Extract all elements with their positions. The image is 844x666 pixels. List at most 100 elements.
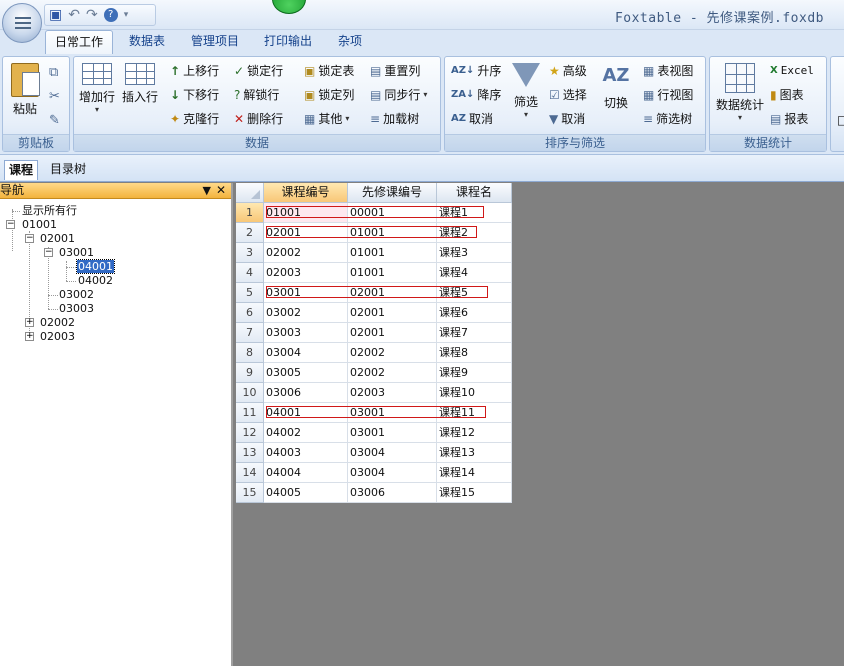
cell-course-name[interactable]: 课程6	[437, 303, 512, 323]
switch-button[interactable]: AZ 切换	[599, 61, 633, 111]
column-header-prereq-id[interactable]: 先修课编号	[348, 183, 437, 203]
cell-course-name[interactable]: 课程8	[437, 343, 512, 363]
select-all-corner[interactable]	[236, 183, 264, 203]
cancel-sort-button[interactable]: AZ 取消	[451, 109, 493, 129]
doc-tab-directory-tree[interactable]: 目录树	[46, 160, 90, 180]
tab-daily-work[interactable]: 日常工作	[45, 30, 113, 54]
cell-prereq-id[interactable]: 01001	[348, 223, 437, 243]
redo-icon[interactable]: ↷	[86, 8, 98, 22]
cell-prereq-id[interactable]: 02002	[348, 343, 437, 363]
unlock-row-button[interactable]: ? 解锁行	[234, 85, 279, 105]
table-row[interactable]: 15 04005 03006 课程15	[236, 483, 512, 503]
cell-course-name[interactable]: 课程13	[437, 443, 512, 463]
row-number[interactable]: 1	[236, 203, 264, 223]
sort-desc-button[interactable]: ZA↓ 降序	[451, 85, 501, 105]
collapse-icon[interactable]: −	[6, 220, 15, 229]
lock-col-button[interactable]: ▣ 锁定列	[304, 85, 354, 105]
cell-prereq-id[interactable]: 02001	[348, 283, 437, 303]
table-view-button[interactable]: ▦ 表视图	[643, 61, 693, 81]
row-number[interactable]: 12	[236, 423, 264, 443]
cell-prereq-id[interactable]: 01001	[348, 263, 437, 283]
row-number[interactable]: 4	[236, 263, 264, 283]
cell-course-id[interactable]: 02003	[264, 263, 348, 283]
expand-icon[interactable]: +	[25, 332, 34, 341]
move-up-button[interactable]: ↑ 上移行	[170, 61, 219, 81]
chart-button[interactable]: ▮ 图表	[770, 85, 804, 105]
row-number[interactable]: 3	[236, 243, 264, 263]
table-row[interactable]: 1 01001 00001 课程1	[236, 203, 512, 223]
row-number[interactable]: 2	[236, 223, 264, 243]
table-row[interactable]: 5 03001 02001 课程5	[236, 283, 512, 303]
lock-row-button[interactable]: ✓ 锁定行	[234, 61, 283, 81]
table-row[interactable]: 7 03003 02001 课程7	[236, 323, 512, 343]
table-row[interactable]: 13 04003 03004 课程13	[236, 443, 512, 463]
format-painter-icon[interactable]: ✎	[49, 113, 60, 128]
tree-item-03003[interactable]: 03003	[59, 302, 94, 315]
row-number[interactable]: 15	[236, 483, 264, 503]
copy-icon[interactable]: ⧉	[49, 65, 58, 80]
load-tree-button[interactable]: ≡ 加载树	[370, 109, 419, 129]
row-view-button[interactable]: ▦ 行视图	[643, 85, 693, 105]
cut-icon[interactable]: ✂	[49, 89, 60, 104]
table-row[interactable]: 2 02001 01001 课程2	[236, 223, 512, 243]
merge-icon[interactable]: □	[837, 113, 844, 127]
cell-prereq-id[interactable]: 02001	[348, 323, 437, 343]
collapse-icon[interactable]: −	[25, 234, 34, 243]
reset-col-button[interactable]: ▤ 重置列	[370, 61, 420, 81]
cell-course-id[interactable]: 03005	[264, 363, 348, 383]
other-button[interactable]: ▦ 其他 ▾	[304, 109, 349, 129]
column-header-course-name[interactable]: 课程名	[437, 183, 512, 203]
cell-prereq-id[interactable]: 03006	[348, 483, 437, 503]
cell-course-name[interactable]: 课程9	[437, 363, 512, 383]
cell-course-name[interactable]: 课程14	[437, 463, 512, 483]
cell-course-id[interactable]: 03001	[264, 283, 348, 303]
cancel-filter-button[interactable]: ▼ 取消	[549, 109, 585, 129]
delete-row-button[interactable]: ✕ 删除行	[234, 109, 283, 129]
table-row[interactable]: 6 03002 02001 课程6	[236, 303, 512, 323]
tree-item-02003[interactable]: 02003	[40, 330, 75, 343]
cell-course-name[interactable]: 课程15	[437, 483, 512, 503]
cell-course-id[interactable]: 03004	[264, 343, 348, 363]
cell-prereq-id[interactable]: 02001	[348, 303, 437, 323]
row-number[interactable]: 5	[236, 283, 264, 303]
cell-course-id[interactable]: 04005	[264, 483, 348, 503]
row-number[interactable]: 8	[236, 343, 264, 363]
cell-course-id[interactable]: 04004	[264, 463, 348, 483]
cell-course-id[interactable]: 02002	[264, 243, 348, 263]
undo-icon[interactable]: ↶	[68, 8, 80, 22]
tree-item-01001[interactable]: 01001	[22, 218, 57, 231]
help-icon[interactable]: ?	[103, 8, 118, 22]
paste-button[interactable]: 粘贴	[7, 63, 43, 117]
cell-course-name[interactable]: 课程2	[437, 223, 512, 243]
cell-course-id[interactable]: 03002	[264, 303, 348, 323]
cell-prereq-id[interactable]: 03004	[348, 463, 437, 483]
advanced-filter-button[interactable]: ★ 高级	[549, 61, 587, 81]
tab-data-table[interactable]: 数据表	[120, 30, 174, 54]
column-header-course-id[interactable]: 课程编号	[264, 183, 348, 203]
row-number[interactable]: 10	[236, 383, 264, 403]
table-row[interactable]: 11 04001 03001 课程11	[236, 403, 512, 423]
cell-prereq-id[interactable]: 02002	[348, 363, 437, 383]
row-number[interactable]: 6	[236, 303, 264, 323]
cell-prereq-id[interactable]: 02003	[348, 383, 437, 403]
cell-course-id[interactable]: 04001	[264, 403, 348, 423]
sort-asc-button[interactable]: AZ↓ 升序	[451, 61, 501, 81]
tab-print-output[interactable]: 打印输出	[256, 30, 320, 54]
row-number[interactable]: 11	[236, 403, 264, 423]
table-row[interactable]: 4 02003 01001 课程4	[236, 263, 512, 283]
tree-item-04001[interactable]: 04001	[76, 259, 115, 274]
add-row-button[interactable]: 增加行 ▾	[78, 63, 116, 114]
cell-course-name[interactable]: 课程4	[437, 263, 512, 283]
cell-prereq-id[interactable]: 03004	[348, 443, 437, 463]
tree-item-03002[interactable]: 03002	[59, 288, 94, 301]
report-button[interactable]: ▤ 报表	[770, 109, 808, 129]
cell-course-name[interactable]: 课程7	[437, 323, 512, 343]
table-row[interactable]: 12 04002 03001 课程12	[236, 423, 512, 443]
cell-course-name[interactable]: 课程11	[437, 403, 512, 423]
table-row[interactable]: 8 03004 02002 课程8	[236, 343, 512, 363]
filter-button[interactable]: 筛选 ▾	[509, 61, 543, 119]
cell-prereq-id[interactable]: 01001	[348, 243, 437, 263]
row-number[interactable]: 14	[236, 463, 264, 483]
lock-table-button[interactable]: ▣ 锁定表	[304, 61, 354, 81]
cell-course-id[interactable]: 01001	[264, 203, 348, 223]
